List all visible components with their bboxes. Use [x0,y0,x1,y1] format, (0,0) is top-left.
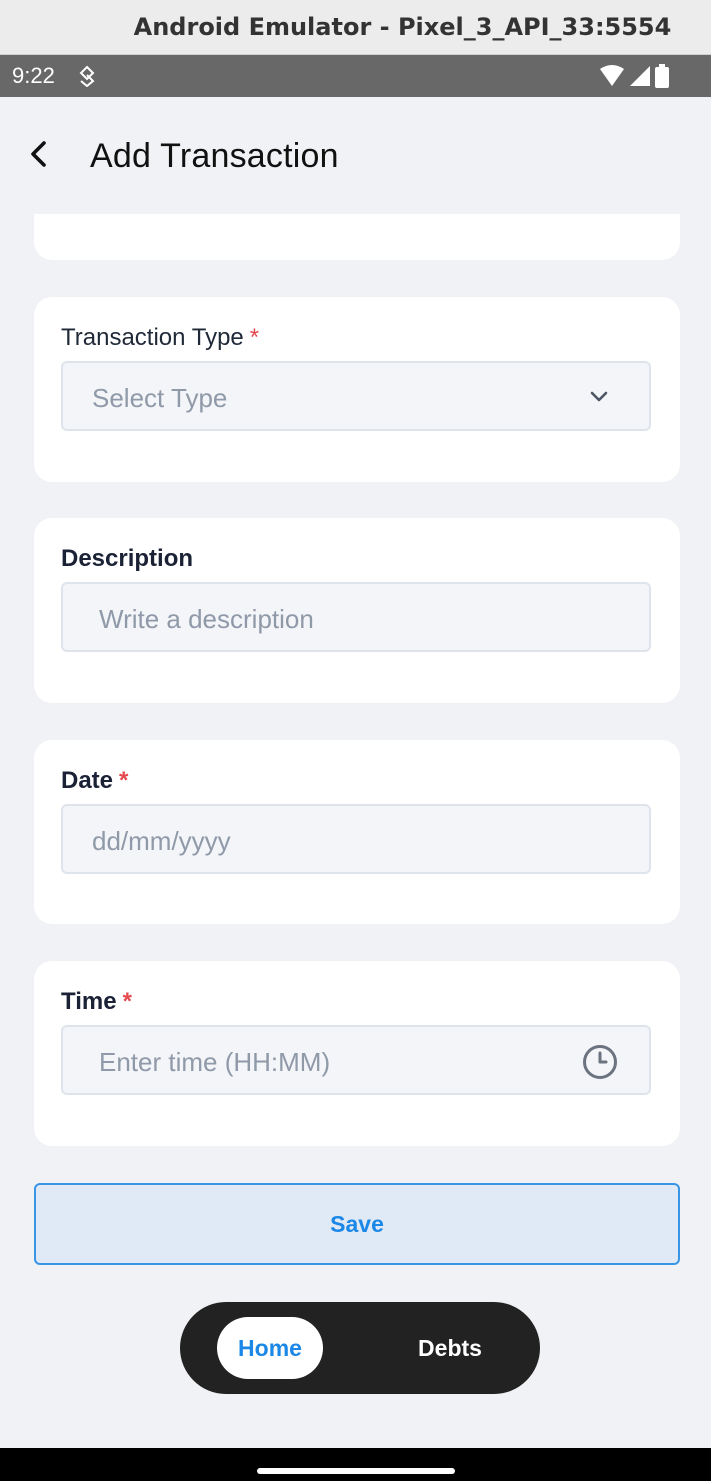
cell-signal-icon [630,66,650,86]
tab-home[interactable]: Home [217,1317,323,1379]
required-asterisk: * [249,324,260,351]
bottom-tab-bar: Home Debts [180,1302,540,1394]
status-icons [599,64,669,88]
page-title: Add Transaction [90,137,339,175]
date-input[interactable]: dd/mm/yyyy [61,804,651,874]
app-header: Add Transaction [0,97,711,215]
window-title: Android Emulator - Pixel_3_API_33:5554 [133,13,672,41]
status-bar: 9:22 [0,55,711,97]
required-asterisk: * [119,767,129,794]
required-asterisk: * [122,988,132,1015]
chevron-down-icon [590,391,608,402]
system-navigation-bar [0,1448,711,1481]
wifi-icon [600,65,624,86]
home-indicator[interactable] [257,1468,455,1474]
description-card: Description Write a description [34,518,680,703]
data-saver-icon [79,65,95,87]
date-card: Date * dd/mm/yyyy [34,740,680,924]
previous-field-card [34,214,680,260]
transaction-type-select[interactable]: Select Type [61,361,651,431]
transaction-type-placeholder: Select Type [92,383,228,413]
description-placeholder: Write a description [99,604,314,634]
date-placeholder: dd/mm/yyyy [92,826,231,856]
tab-debts[interactable]: Debts [396,1317,504,1379]
time-input[interactable]: Enter time (HH:MM) [61,1025,651,1095]
date-label: Date * [61,767,129,794]
transaction-type-card: Transaction Type * Select Type [34,297,680,482]
time-card: Time * Enter time (HH:MM) [34,961,680,1146]
time-label: Time * [61,988,132,1015]
battery-icon [655,64,669,88]
save-button[interactable]: Save [34,1183,680,1265]
transaction-type-label: Transaction Type * [61,324,260,351]
emulator-window-titlebar: Android Emulator - Pixel_3_API_33:5554 [0,0,711,55]
time-placeholder: Enter time (HH:MM) [99,1047,331,1077]
status-time: 9:22 [12,63,55,88]
clock-icon[interactable] [581,1043,619,1081]
description-input[interactable]: Write a description [61,582,651,652]
back-chevron-icon[interactable] [22,137,56,171]
description-label: Description [61,545,194,572]
